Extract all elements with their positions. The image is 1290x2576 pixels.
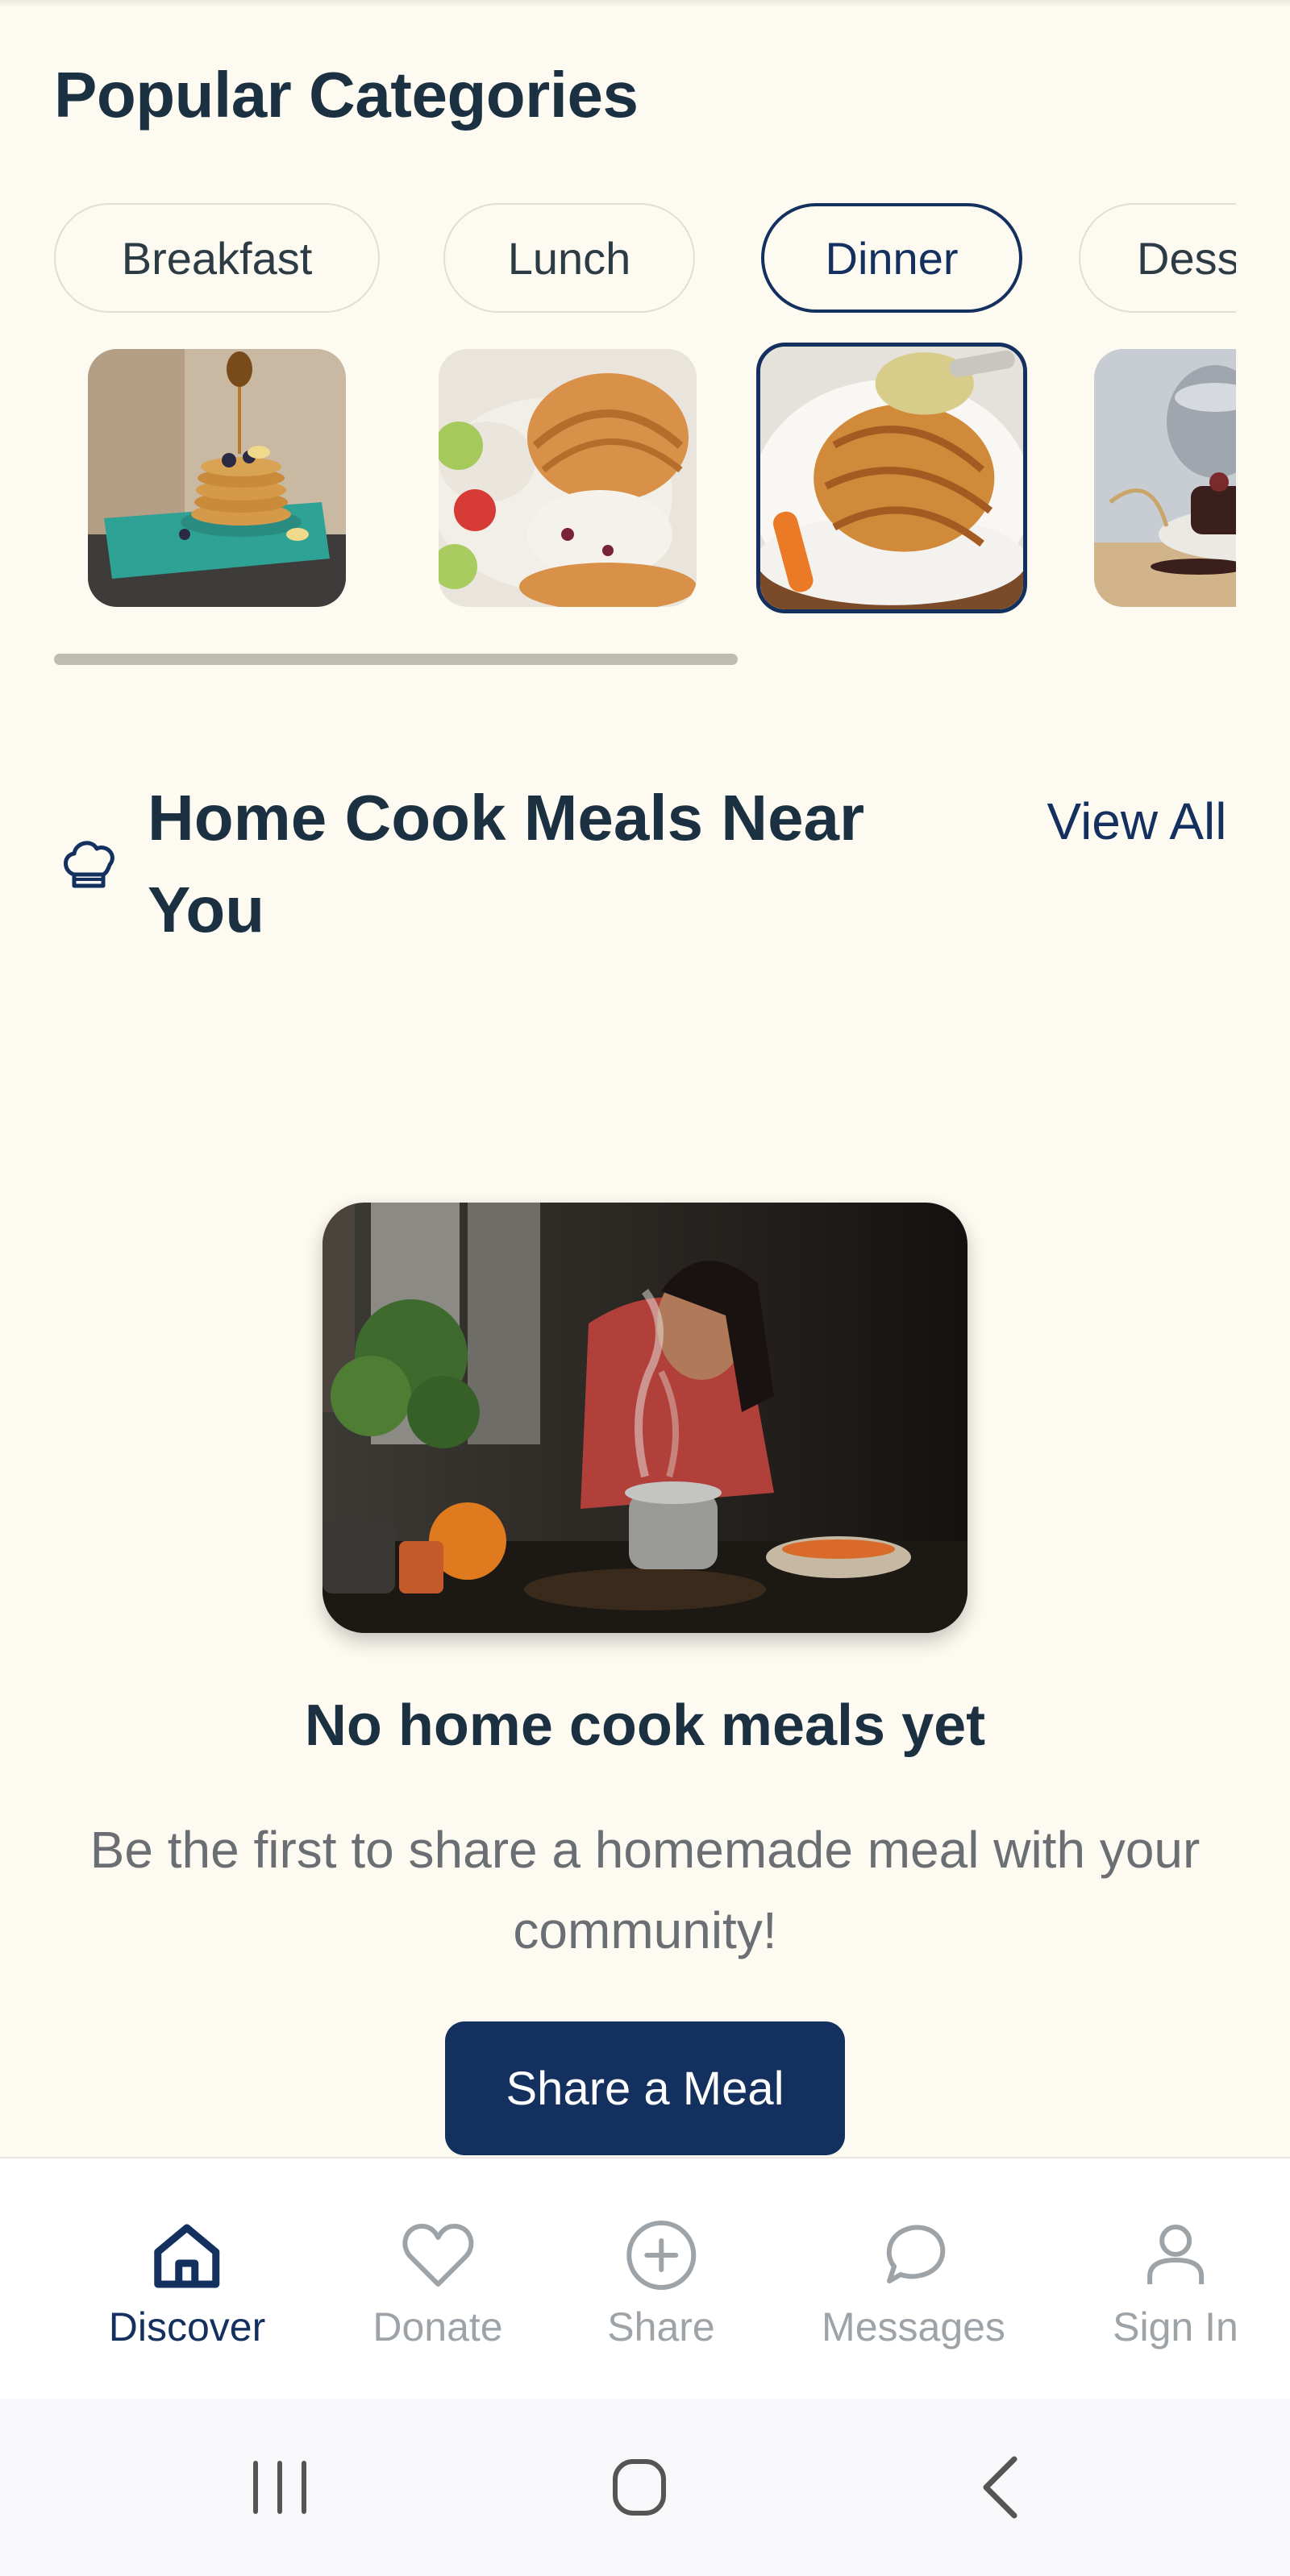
nav-donate-label: Donate: [372, 2304, 503, 2350]
heart-icon: [402, 2224, 474, 2287]
top-edge-shadow: [0, 0, 1290, 8]
chip-lunch[interactable]: Lunch: [443, 203, 695, 313]
category-image-row[interactable]: [54, 343, 1236, 617]
home-cook-section-title: Home Cook Meals Near You: [148, 782, 865, 945]
nav-sign-in-label: Sign In: [1113, 2304, 1238, 2350]
desserts-image[interactable]: [1094, 349, 1236, 607]
nav-donate[interactable]: Donate: [372, 2215, 503, 2350]
back-icon[interactable]: [954, 2439, 1051, 2536]
nav-sign-in[interactable]: Sign In: [1113, 2215, 1238, 2350]
chef-hat-icon: [64, 841, 114, 888]
home-circle-icon[interactable]: [591, 2439, 688, 2536]
share-meal-button[interactable]: Share a Meal: [445, 2021, 845, 2155]
lunch-image[interactable]: [439, 349, 697, 607]
plus-circle-icon: [626, 2221, 696, 2290]
breakfast-image[interactable]: [88, 349, 346, 607]
chip-dinner[interactable]: Dinner: [761, 203, 1022, 313]
system-navigation-bar: [0, 2399, 1290, 2576]
chat-bubble-icon: [886, 2225, 946, 2283]
user-icon: [1146, 2225, 1204, 2284]
home-cook-illustration: [322, 1203, 968, 1633]
nav-messages[interactable]: Messages: [822, 2215, 1005, 2350]
chip-desserts[interactable]: Desserts: [1079, 203, 1236, 313]
recent-apps-icon[interactable]: [231, 2439, 328, 2536]
popular-categories-title: Popular Categories: [54, 59, 639, 131]
nav-discover[interactable]: Discover: [109, 2215, 265, 2350]
home-icon: [154, 2224, 220, 2288]
category-scroll-indicator[interactable]: [54, 654, 738, 665]
category-chip-row[interactable]: Breakfast Lunch Dinner Desserts: [54, 203, 1236, 316]
nav-messages-label: Messages: [822, 2304, 1005, 2350]
nav-discover-label: Discover: [108, 2304, 266, 2350]
nav-share[interactable]: Share: [607, 2215, 715, 2350]
nav-share-label: Share: [607, 2304, 715, 2350]
view-all-link[interactable]: View All: [1032, 782, 1242, 861]
bottom-navigation: Discover Donate Share Messages Sign In: [0, 2157, 1290, 2400]
empty-state-message: Be the first to share a homemade meal wi…: [89, 1821, 1201, 1959]
dinner-image[interactable]: [756, 343, 1027, 613]
chip-breakfast[interactable]: Breakfast: [54, 203, 380, 313]
empty-state-title: No home cook meals yet: [304, 1693, 986, 1758]
